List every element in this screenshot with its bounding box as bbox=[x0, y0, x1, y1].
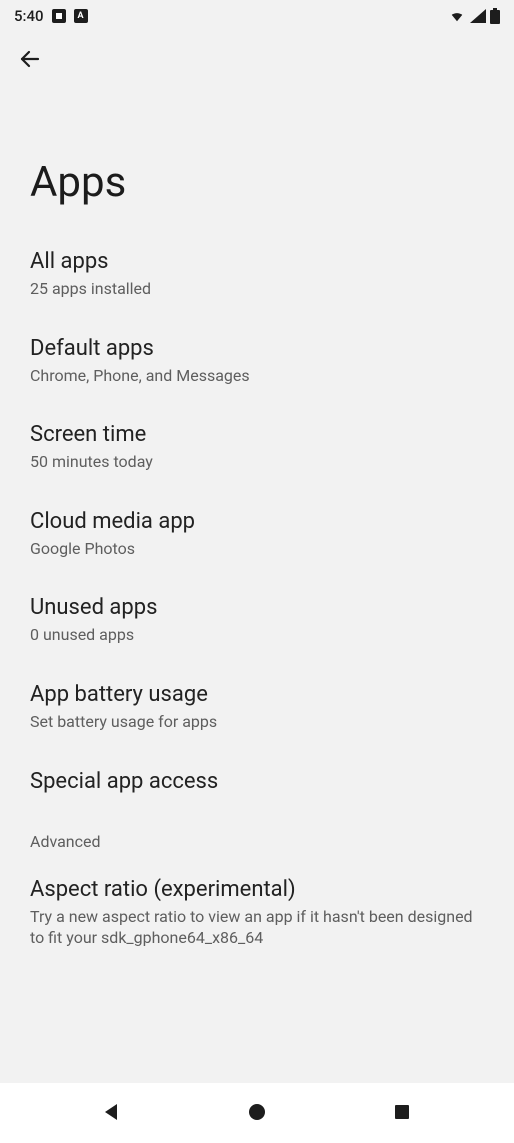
nav-recents-button[interactable] bbox=[372, 1083, 432, 1143]
row-screen-time[interactable]: Screen time 50 minutes today bbox=[0, 404, 514, 491]
battery-icon bbox=[490, 8, 500, 24]
row-subtitle: 50 minutes today bbox=[30, 451, 484, 473]
settings-list: All apps 25 apps installed Default apps … bbox=[0, 231, 514, 967]
a-badge-icon: A bbox=[74, 9, 88, 23]
row-title: Cloud media app bbox=[30, 509, 484, 534]
app-bar bbox=[0, 32, 514, 88]
row-title: App battery usage bbox=[30, 682, 484, 707]
row-all-apps[interactable]: All apps 25 apps installed bbox=[0, 231, 514, 318]
row-aspect-ratio[interactable]: Aspect ratio (experimental) Try a new as… bbox=[0, 859, 514, 967]
nav-home-button[interactable] bbox=[227, 1083, 287, 1143]
status-bar-right bbox=[448, 8, 500, 24]
square-recents-icon bbox=[392, 1102, 412, 1125]
row-title: All apps bbox=[30, 249, 484, 274]
cellular-icon bbox=[470, 9, 486, 23]
status-bar-left: 5:40 A bbox=[14, 7, 88, 25]
row-subtitle: 25 apps installed bbox=[30, 278, 484, 300]
row-title: Default apps bbox=[30, 336, 484, 361]
row-app-battery-usage[interactable]: App battery usage Set battery usage for … bbox=[0, 664, 514, 751]
back-button[interactable] bbox=[10, 40, 50, 80]
system-nav-bar bbox=[0, 1083, 514, 1143]
row-default-apps[interactable]: Default apps Chrome, Phone, and Messages bbox=[0, 318, 514, 405]
page-title: Apps bbox=[0, 88, 514, 231]
row-subtitle: Set battery usage for apps bbox=[30, 711, 484, 733]
circle-home-icon bbox=[246, 1101, 268, 1126]
row-subtitle: Try a new aspect ratio to view an app if… bbox=[30, 906, 484, 949]
status-bar: 5:40 A bbox=[0, 0, 514, 32]
status-time: 5:40 bbox=[14, 7, 44, 25]
row-title: Screen time bbox=[30, 422, 484, 447]
row-unused-apps[interactable]: Unused apps 0 unused apps bbox=[0, 577, 514, 664]
row-subtitle: 0 unused apps bbox=[30, 624, 484, 646]
triangle-back-icon bbox=[101, 1101, 123, 1126]
section-label-advanced: Advanced bbox=[0, 812, 514, 859]
row-title: Aspect ratio (experimental) bbox=[30, 877, 484, 902]
row-title: Special app access bbox=[30, 769, 484, 794]
row-cloud-media-app[interactable]: Cloud media app Google Photos bbox=[0, 491, 514, 578]
row-subtitle: Google Photos bbox=[30, 538, 484, 560]
sd-card-icon bbox=[52, 9, 66, 23]
arrow-left-icon bbox=[18, 47, 42, 74]
nav-back-button[interactable] bbox=[82, 1083, 142, 1143]
row-subtitle: Chrome, Phone, and Messages bbox=[30, 365, 484, 387]
wifi-icon bbox=[448, 9, 466, 23]
row-title: Unused apps bbox=[30, 595, 484, 620]
row-special-app-access[interactable]: Special app access bbox=[0, 751, 514, 812]
